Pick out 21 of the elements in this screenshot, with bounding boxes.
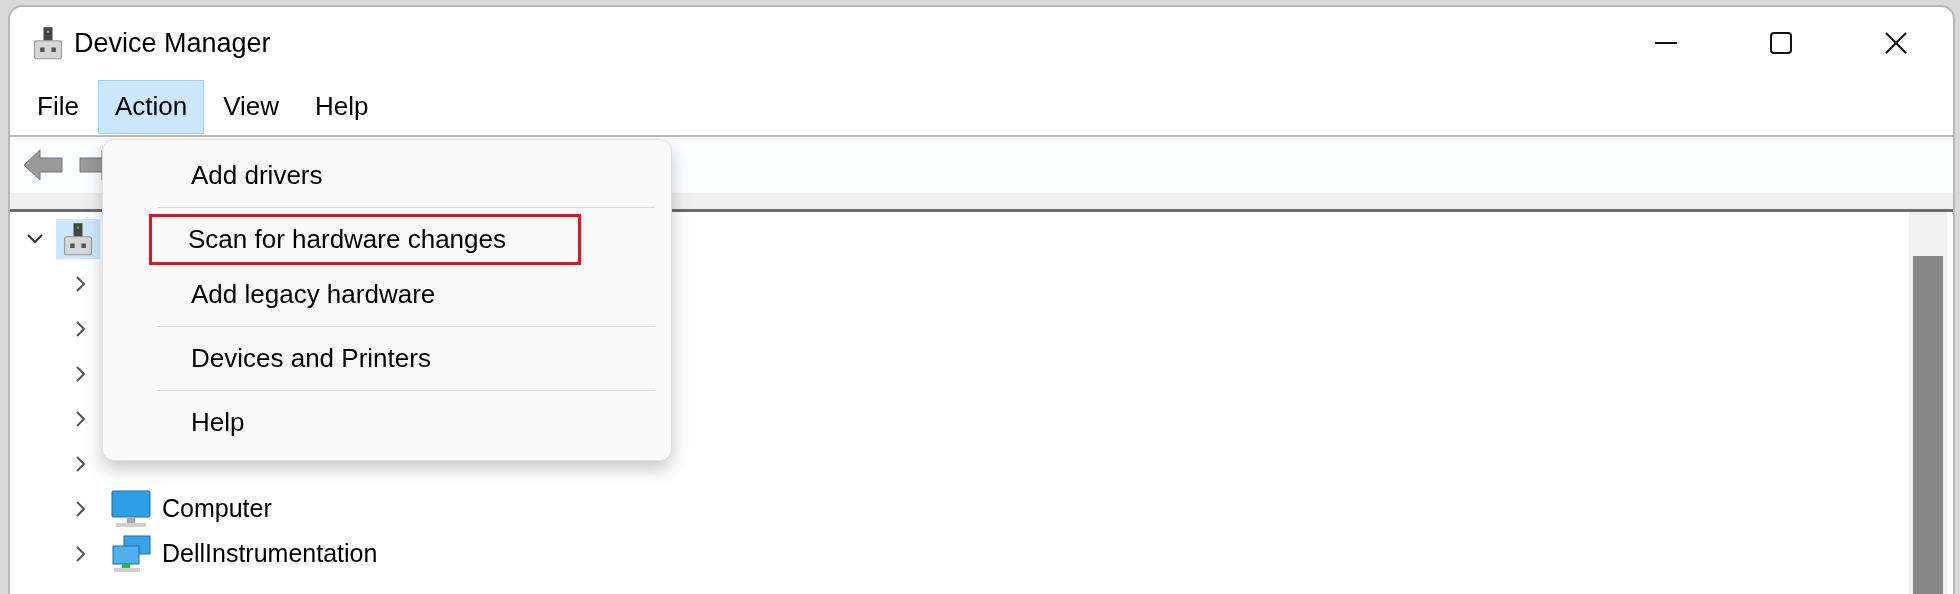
back-arrow-icon[interactable] bbox=[22, 147, 64, 183]
menu-option[interactable]: Help bbox=[152, 397, 582, 448]
monitor-icon bbox=[110, 488, 152, 529]
menu-item[interactable]: Action bbox=[97, 80, 205, 134]
menu-option[interactable]: Add drivers bbox=[152, 150, 582, 201]
menu-option[interactable]: Scan for hardware changes bbox=[149, 214, 581, 265]
close-icon bbox=[1883, 31, 1908, 55]
scrollbar[interactable] bbox=[1909, 212, 1947, 594]
menu-item[interactable]: Help bbox=[298, 80, 386, 134]
menu-item[interactable]: File bbox=[20, 80, 96, 134]
scroll-thumb[interactable] bbox=[1913, 256, 1943, 594]
minimize-icon bbox=[1654, 41, 1677, 45]
root-node[interactable] bbox=[56, 218, 100, 259]
window-title: Device Manager bbox=[74, 27, 271, 59]
maximize-icon bbox=[1769, 32, 1792, 54]
menu-item[interactable]: View bbox=[206, 80, 297, 134]
menu-option[interactable]: Add legacy hardware bbox=[152, 269, 582, 320]
tree-item[interactable]: DellInstrumentation bbox=[162, 539, 378, 568]
network-computers-icon bbox=[110, 533, 152, 574]
tree-item[interactable]: Computer bbox=[162, 494, 272, 523]
menu-option[interactable]: Devices and Printers bbox=[152, 333, 582, 384]
